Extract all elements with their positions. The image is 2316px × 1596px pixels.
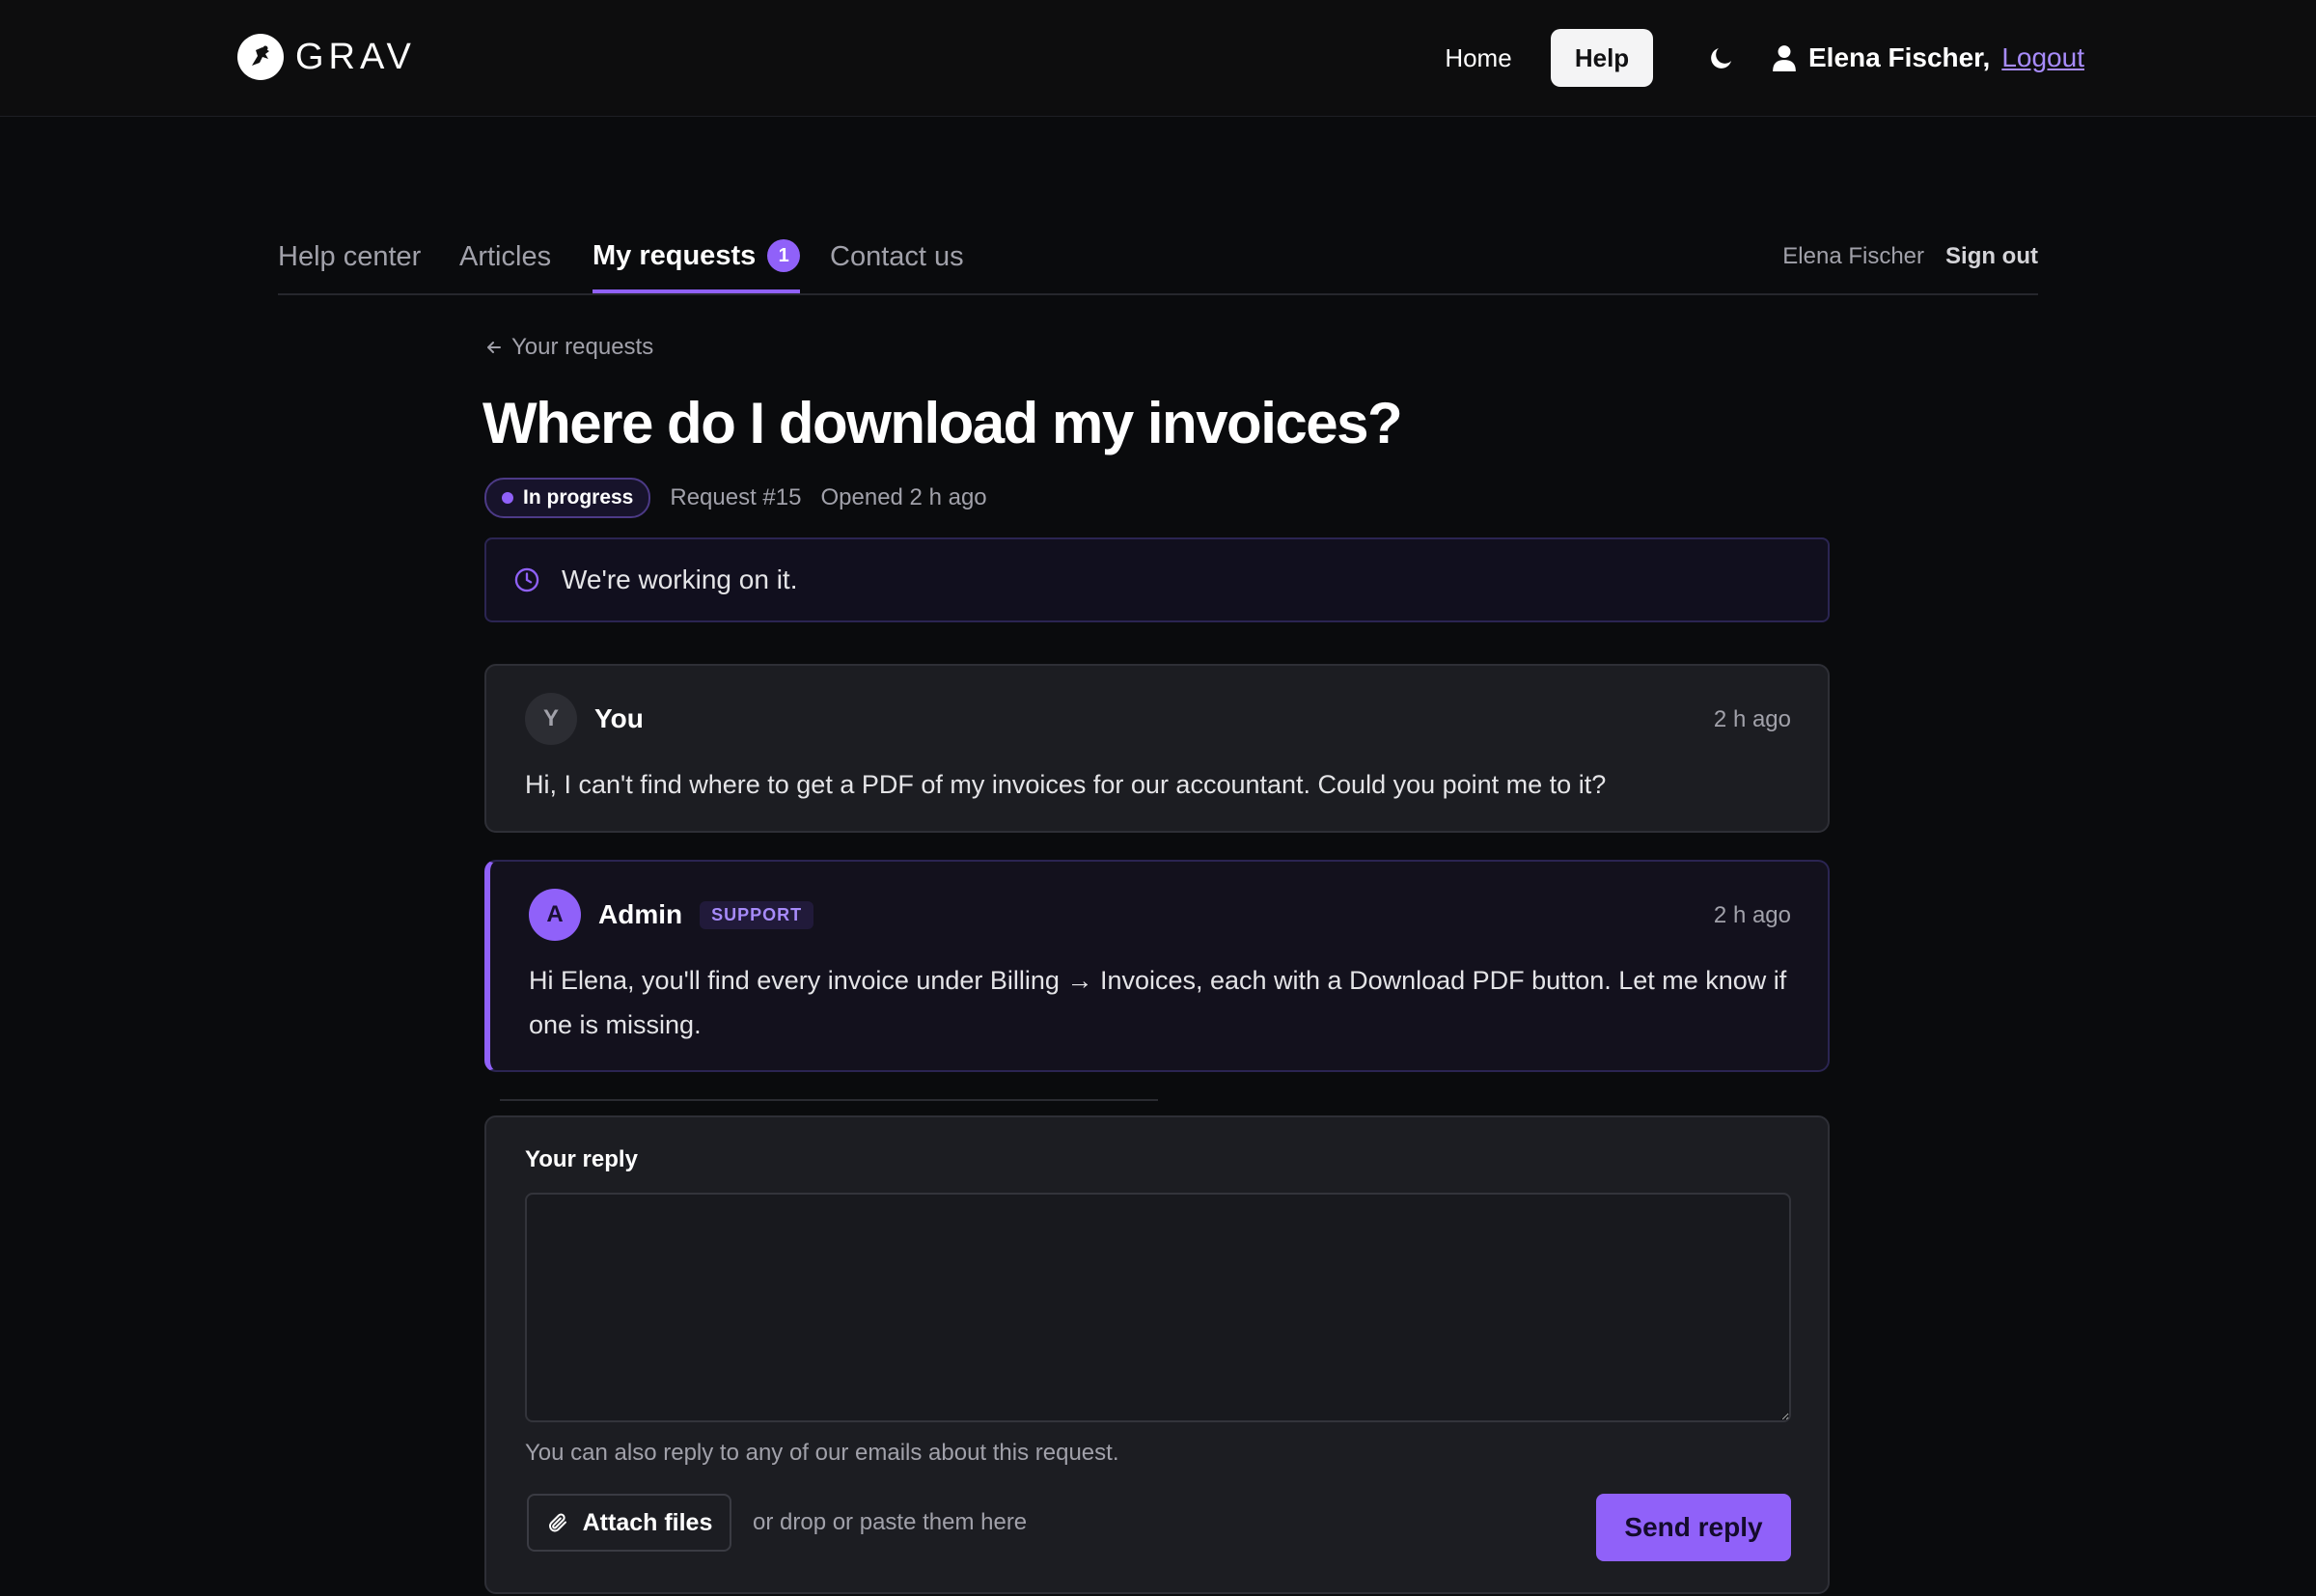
message-card: Y You 2 h ago Hi, I can't find where to …: [484, 664, 1830, 833]
message-time: 2 h ago: [1713, 902, 1791, 928]
attach-files-label: Attach files: [582, 1508, 713, 1536]
grav-logo[interactable]: GRAV: [237, 33, 416, 81]
reply-label: Your reply: [525, 1146, 638, 1172]
send-reply-button[interactable]: Send reply: [1596, 1494, 1791, 1561]
user-name: Elena Fischer,: [1808, 42, 1991, 72]
message-card-support: A Admin SUPPORT 2 h ago Hi Elena, you'll…: [484, 860, 1830, 1072]
user-menu: Elena Fischer, Logout: [1772, 35, 2084, 81]
avatar: Y: [525, 693, 577, 745]
tab-contact-us[interactable]: Contact us: [830, 222, 964, 291]
reply-hint: You can also reply to any of our emails …: [525, 1440, 1119, 1466]
message-time: 2 h ago: [1713, 706, 1791, 732]
clock-icon: [514, 567, 539, 592]
help-center-nav: Help center Articles My requests 1 Conta…: [278, 222, 2038, 295]
sign-out-link[interactable]: Sign out: [1945, 243, 2038, 270]
arrow-left-icon: [487, 342, 501, 353]
request-number: Request #15: [670, 484, 802, 510]
opened-time: Opened 2 h ago: [820, 484, 987, 510]
nav-help-button[interactable]: Help: [1551, 29, 1653, 87]
support-tag-badge: SUPPORT: [700, 900, 814, 929]
message-body: Hi, I can't find where to get a PDF of m…: [525, 770, 1607, 799]
tab-label: Articles: [459, 240, 552, 272]
tab-articles[interactable]: Articles: [459, 222, 551, 291]
logout-link[interactable]: Logout: [2001, 42, 2084, 73]
status-banner-text: We're working on it.: [562, 564, 798, 594]
message-author: You: [594, 703, 644, 733]
message-body: Hi Elena, you'll find every invoice unde…: [529, 966, 1787, 1039]
requests-count-badge: 1: [767, 239, 801, 272]
reply-form: Your reply You can also reply to any of …: [484, 1115, 1830, 1594]
top-bar: GRAV Home Help Elena Fischer, Logout: [0, 0, 2316, 117]
tab-label: Contact us: [830, 240, 964, 272]
logo-wordmark: GRAV: [295, 36, 416, 77]
tab-help-center[interactable]: Help center: [278, 222, 421, 291]
grav-logo-icon: [237, 34, 284, 80]
moon-icon: [1711, 48, 1731, 69]
drop-files-hint: or drop or paste them here: [753, 1509, 1028, 1535]
avatar: A: [529, 889, 581, 941]
request-meta: In progress Request #15 Opened 2 h ago: [484, 478, 987, 518]
user-icon: [1773, 45, 1796, 71]
paperclip-icon: [548, 1513, 566, 1532]
theme-toggle-button[interactable]: [1702, 39, 1741, 77]
help-nav-user: Elena Fischer Sign out: [1782, 222, 2038, 291]
back-to-requests-link[interactable]: Your requests: [484, 334, 653, 361]
reply-textarea[interactable]: [525, 1193, 1791, 1422]
tab-label: My requests: [593, 239, 757, 271]
message-author: Admin: [598, 899, 683, 929]
divider: [500, 1099, 1158, 1101]
attach-files-button[interactable]: Attach files: [527, 1494, 731, 1552]
page-title: Where do I download my invoices?: [482, 391, 1403, 455]
message-header: Y You: [525, 693, 644, 745]
tab-label: Help center: [278, 240, 422, 272]
back-link-label: Your requests: [511, 334, 654, 360]
help-nav-user-name: Elena Fischer: [1782, 243, 1925, 269]
status-dot-icon: [502, 492, 513, 504]
status-badge: In progress: [484, 478, 651, 518]
message-header: A Admin SUPPORT: [529, 889, 814, 941]
nav-home-link[interactable]: Home: [1420, 29, 1536, 87]
status-label: In progress: [523, 486, 634, 509]
status-banner: We're working on it.: [484, 537, 1830, 622]
tab-my-requests[interactable]: My requests 1: [593, 222, 801, 293]
